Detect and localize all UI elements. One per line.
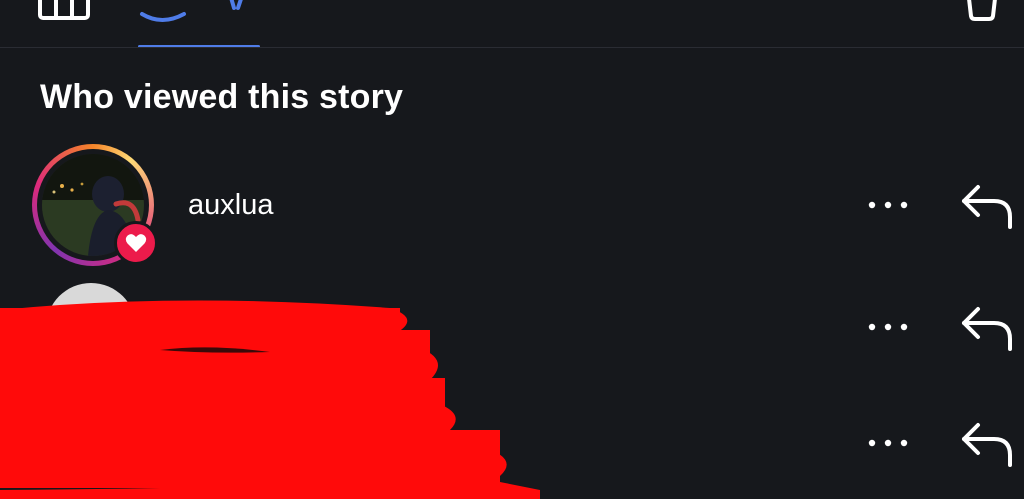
- liked-story-badge: [114, 221, 158, 265]
- reply-arrow-icon: [962, 185, 1012, 229]
- viewers-icon: [140, 0, 243, 22]
- heart-icon: [125, 234, 147, 252]
- tab-divider: [0, 47, 1024, 48]
- viewer-row[interactable]: auxlua: [0, 144, 1024, 266]
- more-options-button[interactable]: [862, 193, 914, 217]
- more-options-button[interactable]: [862, 431, 914, 455]
- more-icon: [868, 439, 908, 447]
- story-viewers-screen: Who viewed this story auxlua: [0, 0, 1024, 499]
- reply-button[interactable]: [958, 419, 1018, 469]
- more-icon: [868, 201, 908, 209]
- tab-insights[interactable]: [32, 0, 96, 26]
- redaction-scribble: [0, 290, 540, 499]
- reply-arrow-icon: [962, 307, 1012, 351]
- reply-button[interactable]: [958, 181, 1018, 231]
- bar-chart-icon: [38, 0, 90, 20]
- trash-icon: [967, 0, 997, 21]
- delete-story-button[interactable]: [960, 0, 1004, 22]
- tab-viewers[interactable]: [138, 0, 260, 48]
- story-tab-bar: [0, 0, 1024, 48]
- section-title: Who viewed this story: [40, 78, 404, 116]
- reply-button[interactable]: [958, 303, 1018, 353]
- more-icon: [868, 323, 908, 331]
- reply-arrow-icon: [962, 423, 1012, 467]
- more-options-button[interactable]: [862, 315, 914, 339]
- viewer-username[interactable]: auxlua: [188, 189, 273, 222]
